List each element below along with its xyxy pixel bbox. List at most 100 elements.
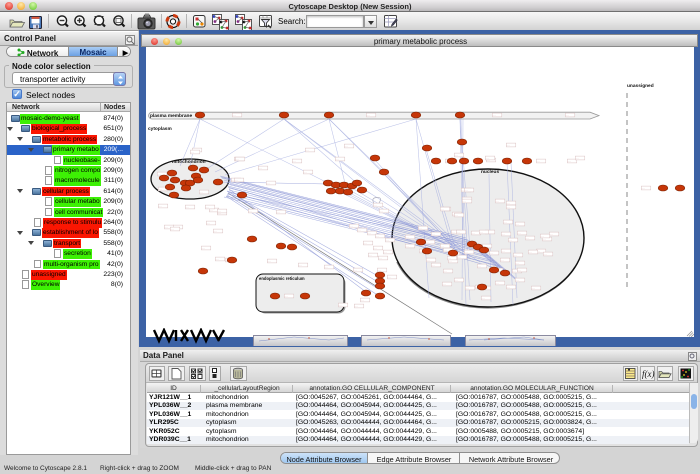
svg-text:····: ···· xyxy=(452,231,456,234)
svg-text:····: ···· xyxy=(355,305,359,308)
svg-text:····: ···· xyxy=(463,200,467,203)
svg-text:····: ···· xyxy=(368,232,372,235)
svg-text:····: ···· xyxy=(427,259,431,262)
svg-text:····: ···· xyxy=(432,233,436,236)
svg-text:····: ···· xyxy=(406,245,410,248)
svg-text:····: ···· xyxy=(502,250,506,253)
svg-text:····: ···· xyxy=(504,221,508,224)
svg-text:····: ···· xyxy=(550,233,554,236)
svg-text:····: ···· xyxy=(218,210,222,213)
svg-text:····: ···· xyxy=(210,209,214,212)
svg-text:····: ···· xyxy=(518,269,522,272)
svg-text:····: ···· xyxy=(507,206,511,209)
svg-text:····: ···· xyxy=(236,158,240,161)
svg-text:····: ···· xyxy=(380,210,384,213)
svg-text:····: ···· xyxy=(518,232,522,235)
svg-text:····: ···· xyxy=(364,242,368,245)
svg-text:····: ···· xyxy=(267,182,271,185)
svg-text:····: ···· xyxy=(444,270,448,273)
svg-text:····: ···· xyxy=(455,154,459,157)
svg-text:nucleus: nucleus xyxy=(481,169,499,175)
svg-text:unassigned: unassigned xyxy=(627,83,654,89)
svg-text:····: ···· xyxy=(354,269,358,272)
svg-text:····: ···· xyxy=(233,114,237,117)
svg-text:····: ···· xyxy=(419,227,423,230)
svg-text:····: ···· xyxy=(165,226,169,229)
svg-text:····: ···· xyxy=(516,223,520,226)
svg-text:····: ···· xyxy=(642,187,646,190)
svg-text:····: ···· xyxy=(406,236,410,239)
svg-text:····: ···· xyxy=(457,231,461,234)
svg-text:····: ···· xyxy=(350,225,354,228)
svg-text:····: ···· xyxy=(376,235,380,238)
svg-text:f(x): f(x) xyxy=(642,369,655,379)
svg-text:plasma membrane: plasma membrane xyxy=(150,113,192,119)
svg-text:····: ···· xyxy=(304,171,308,174)
svg-text:····: ···· xyxy=(171,228,175,231)
svg-text:····: ···· xyxy=(541,235,545,238)
svg-text:····: ···· xyxy=(216,258,220,261)
svg-text:····: ···· xyxy=(374,247,378,250)
svg-text:····: ···· xyxy=(458,256,462,259)
svg-text:····: ···· xyxy=(206,206,210,209)
svg-text:····: ···· xyxy=(543,238,547,241)
svg-text:····: ···· xyxy=(514,254,518,257)
svg-text:····: ···· xyxy=(379,257,383,260)
svg-text:····: ···· xyxy=(501,259,505,262)
svg-text:····: ···· xyxy=(339,304,343,307)
svg-text:····: ···· xyxy=(449,260,453,263)
svg-text:····: ···· xyxy=(306,149,310,152)
svg-text:····: ···· xyxy=(388,276,392,279)
svg-text:····: ···· xyxy=(293,160,297,163)
svg-text:····: ···· xyxy=(361,299,365,302)
svg-text:····: ···· xyxy=(532,287,536,290)
svg-text:····: ···· xyxy=(566,114,570,117)
svg-text:····: ···· xyxy=(159,205,163,208)
svg-text:····: ···· xyxy=(486,157,490,160)
svg-text:····: ···· xyxy=(207,222,211,225)
svg-text:····: ···· xyxy=(336,158,340,161)
svg-text:····: ···· xyxy=(502,233,506,236)
svg-text:····: ···· xyxy=(299,264,303,267)
svg-text:····: ···· xyxy=(496,282,500,285)
svg-text:····: ···· xyxy=(441,245,445,248)
svg-text:····: ···· xyxy=(529,251,533,254)
svg-text:····: ···· xyxy=(386,239,390,242)
svg-text:····: ···· xyxy=(482,297,486,300)
svg-text:····: ···· xyxy=(186,206,190,209)
svg-text:····: ···· xyxy=(444,249,448,252)
svg-text:····: ···· xyxy=(259,167,263,170)
svg-text:····: ···· xyxy=(507,144,511,147)
svg-text:····: ···· xyxy=(235,179,239,182)
svg-text:····: ···· xyxy=(480,231,484,234)
svg-text:····: ···· xyxy=(432,264,436,267)
svg-text:····: ···· xyxy=(507,286,511,289)
svg-text:····: ···· xyxy=(513,270,517,273)
svg-text:····: ···· xyxy=(374,204,378,207)
svg-text:····: ···· xyxy=(443,283,447,286)
svg-text:····: ···· xyxy=(496,200,500,203)
svg-text:····: ···· xyxy=(516,279,520,282)
svg-text:····: ···· xyxy=(544,253,548,256)
svg-text:····: ···· xyxy=(384,251,388,254)
svg-text:····: ···· xyxy=(358,229,362,232)
svg-text:····: ···· xyxy=(466,287,470,290)
svg-text:····: ···· xyxy=(568,160,572,163)
svg-text:····: ···· xyxy=(367,114,371,117)
svg-text:····: ···· xyxy=(490,252,494,255)
svg-text:····: ···· xyxy=(472,232,476,235)
svg-text:····: ···· xyxy=(369,254,373,257)
svg-text:····: ···· xyxy=(159,188,163,191)
svg-text:····: ···· xyxy=(325,266,329,269)
svg-text:····: ···· xyxy=(214,230,218,233)
svg-text:····: ···· xyxy=(537,160,541,163)
svg-text:····: ···· xyxy=(200,191,204,194)
svg-text:····: ···· xyxy=(285,295,289,298)
svg-text:····: ···· xyxy=(455,214,459,217)
svg-text:····: ···· xyxy=(455,279,459,282)
svg-text:····: ···· xyxy=(441,208,445,211)
svg-text:····: ···· xyxy=(249,210,253,213)
svg-text:····: ···· xyxy=(345,145,349,148)
svg-text:cytoplasm: cytoplasm xyxy=(148,126,172,132)
svg-text:····: ···· xyxy=(493,114,497,117)
